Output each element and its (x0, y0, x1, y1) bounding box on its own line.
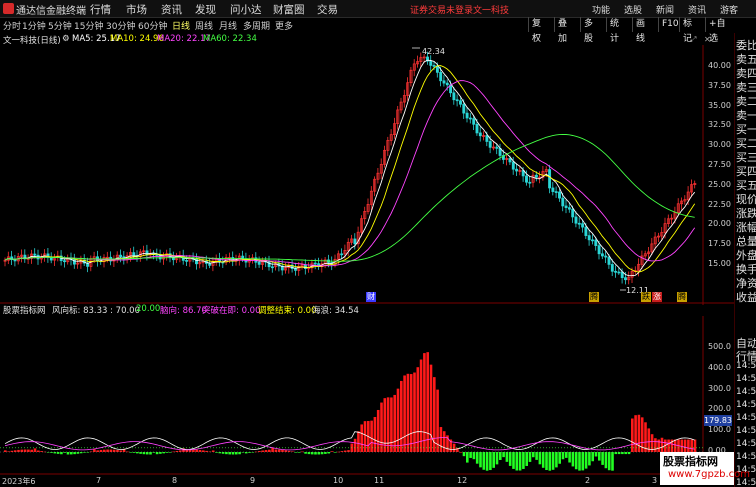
current-indicator-value: 179.83 (704, 415, 732, 426)
event-tag-tuo[interactable]: 跌 (641, 292, 651, 302)
menu-zixun2[interactable]: 资讯 (688, 3, 706, 16)
price-tick-label: 15.00 (708, 259, 731, 268)
duogu-button[interactable]: 多股 (580, 17, 593, 44)
period-week[interactable]: 周线 (195, 19, 213, 32)
period-fenshi[interactable]: 分时 (3, 19, 21, 32)
v20-value: 20.00 (136, 304, 161, 314)
app-logo-icon (3, 3, 14, 14)
indicator-tick-label: 500.0 (708, 342, 731, 351)
date-tick-label: 10 (333, 476, 344, 485)
indicator-chart[interactable] (0, 316, 734, 476)
menu-wenxiaoda[interactable]: 问小达 (230, 2, 262, 17)
menu-caifuquan[interactable]: 财富圈 (273, 2, 305, 17)
tick-row: 14:50 (736, 361, 756, 371)
event-tag-teng[interactable]: 腾 (677, 292, 687, 302)
period-30min[interactable]: 30分钟 (106, 19, 135, 32)
price-tick-label: 22.50 (708, 199, 731, 209)
high-price-label: 42.34 (422, 47, 445, 56)
menu-gongneng[interactable]: 功能 (592, 3, 610, 16)
indicator-tick-label: 100.0 (708, 425, 731, 435)
login-warning[interactable]: 证券交易未登录 (410, 3, 473, 16)
ma60-value: MA60: 22.34 (203, 34, 257, 44)
add-favorite-button[interactable]: +自选 (705, 17, 726, 44)
indicator-tick-label: 400.0 (708, 362, 731, 372)
price-tick-label: 37.50 (708, 80, 731, 90)
date-tick-label: 3 (652, 476, 658, 485)
price-tick-label: 32.50 (708, 120, 731, 130)
date-tick-label: 2 (585, 476, 591, 485)
date-tick-label: 2023年6 (2, 477, 36, 486)
quote-row-label: 收益 (736, 291, 756, 304)
fuquan-button[interactable]: 复权 (528, 17, 541, 44)
menu-xuangu[interactable]: 选股 (624, 3, 642, 16)
date-tick-label: 11 (374, 476, 385, 485)
period-60min[interactable]: 60分钟 (138, 19, 167, 32)
gear-icon[interactable]: ⚙ (62, 34, 70, 44)
event-tag-ju[interactable]: 腾 (589, 292, 599, 302)
date-tick-label: 7 (96, 476, 102, 485)
candlestick-chart[interactable] (0, 45, 734, 305)
tick-row: 14:50 (736, 387, 756, 397)
period-15min[interactable]: 15分钟 (74, 19, 103, 32)
date-tick-label: 12 (457, 476, 468, 485)
indicator-name[interactable]: 股票指标网 (3, 304, 46, 316)
tick-row: 14:50 (736, 374, 756, 384)
biaoji-button[interactable]: 标记 (679, 17, 692, 44)
tupo-value: 突破在即: 0.00 (202, 306, 261, 316)
event-tag-cai[interactable]: 财 (366, 292, 376, 302)
price-tick-label: 40.00 (708, 61, 731, 70)
indicator-tick-label: 300.0 (708, 383, 731, 393)
trading-terminal-window: 通达信金融终端 行情 市场 资讯 发现 问小达 财富圈 交易 证券交易未登录 文… (0, 0, 756, 487)
app-name: 通达信金融终端 (16, 6, 86, 17)
price-tick-label: 27.50 (708, 160, 731, 169)
event-tag-zhang[interactable]: 涨 (652, 292, 662, 302)
price-tick-label: 17.50 (708, 239, 731, 249)
watermark-logo: 股票指标网 www.7gpzb.com (660, 452, 750, 485)
tick-row: 14:50 (736, 426, 756, 436)
tick-row: 14:50 (736, 439, 756, 449)
tick-row: 14:50 (736, 400, 756, 410)
period-1min[interactable]: 1分钟 (22, 19, 46, 32)
huaxian-button[interactable]: 画线 (632, 17, 645, 44)
price-tick-label: 35.00 (708, 100, 731, 110)
user-guest[interactable]: 游客 (720, 3, 738, 16)
ma10-value: MA10: 24.96 (110, 34, 164, 44)
menu-shichang[interactable]: 市场 (126, 2, 147, 17)
f10-button[interactable]: F10 (658, 17, 679, 32)
date-tick-label: 8 (172, 476, 178, 485)
expand-icon[interactable]: ⤢ (690, 35, 696, 45)
indicator-tick-label: 200.0 (708, 404, 731, 414)
menu-xinwen[interactable]: 新闻 (656, 3, 674, 16)
period-5min[interactable]: 5分钟 (48, 19, 72, 32)
tick-row: 14:50 (736, 452, 756, 462)
close-icon[interactable]: ✕ (704, 35, 711, 44)
menu-faxian[interactable]: 发现 (195, 2, 216, 17)
menu-zixun[interactable]: 资讯 (161, 2, 182, 17)
tongji-button[interactable]: 统计 (606, 17, 619, 44)
fengxiang-value: 风向标: 83.33 : 70.00 (52, 306, 141, 316)
period-more[interactable]: 更多 (275, 19, 293, 32)
indicator-info-line: 股票指标网 风向标: 83.33 : 70.00 20.00 脑向: 86.70… (0, 304, 730, 316)
title-bar: 通达信金融终端 行情 市场 资讯 发现 问小达 财富圈 交易 证券交易未登录 文… (0, 0, 756, 18)
period-month[interactable]: 月线 (219, 19, 237, 32)
date-tick-label: 9 (250, 476, 256, 485)
price-tick-label: 30.00 (708, 140, 731, 150)
diejia-button[interactable]: 叠加 (554, 17, 567, 44)
quote-panel: 委比 卖五 卖四 卖三 卖二 卖一 买一 买二 买三 买四 买五 现价 涨跌 涨幅 总量 外盘 换手 净资 收益 自动… (734, 33, 756, 487)
price-tick-label: 25.00 (708, 179, 731, 189)
tiaozheng-value: 调整结束: 0.00 (258, 306, 317, 316)
period-day[interactable]: 日线 (172, 19, 190, 32)
ling-value: 脑向: 86.70 (160, 306, 207, 316)
menu-hangqing[interactable]: 行情 (90, 2, 111, 17)
tick-row: 14:50 (736, 413, 756, 423)
price-tick-label: 20.00 (708, 219, 731, 229)
window-stock-title: 文一科技 (473, 6, 510, 16)
period-multi[interactable]: 多周期 (243, 19, 270, 32)
menu-jiaoyi[interactable]: 交易 (317, 2, 338, 17)
hailang-value: 海浪: 34.54 (312, 306, 359, 316)
